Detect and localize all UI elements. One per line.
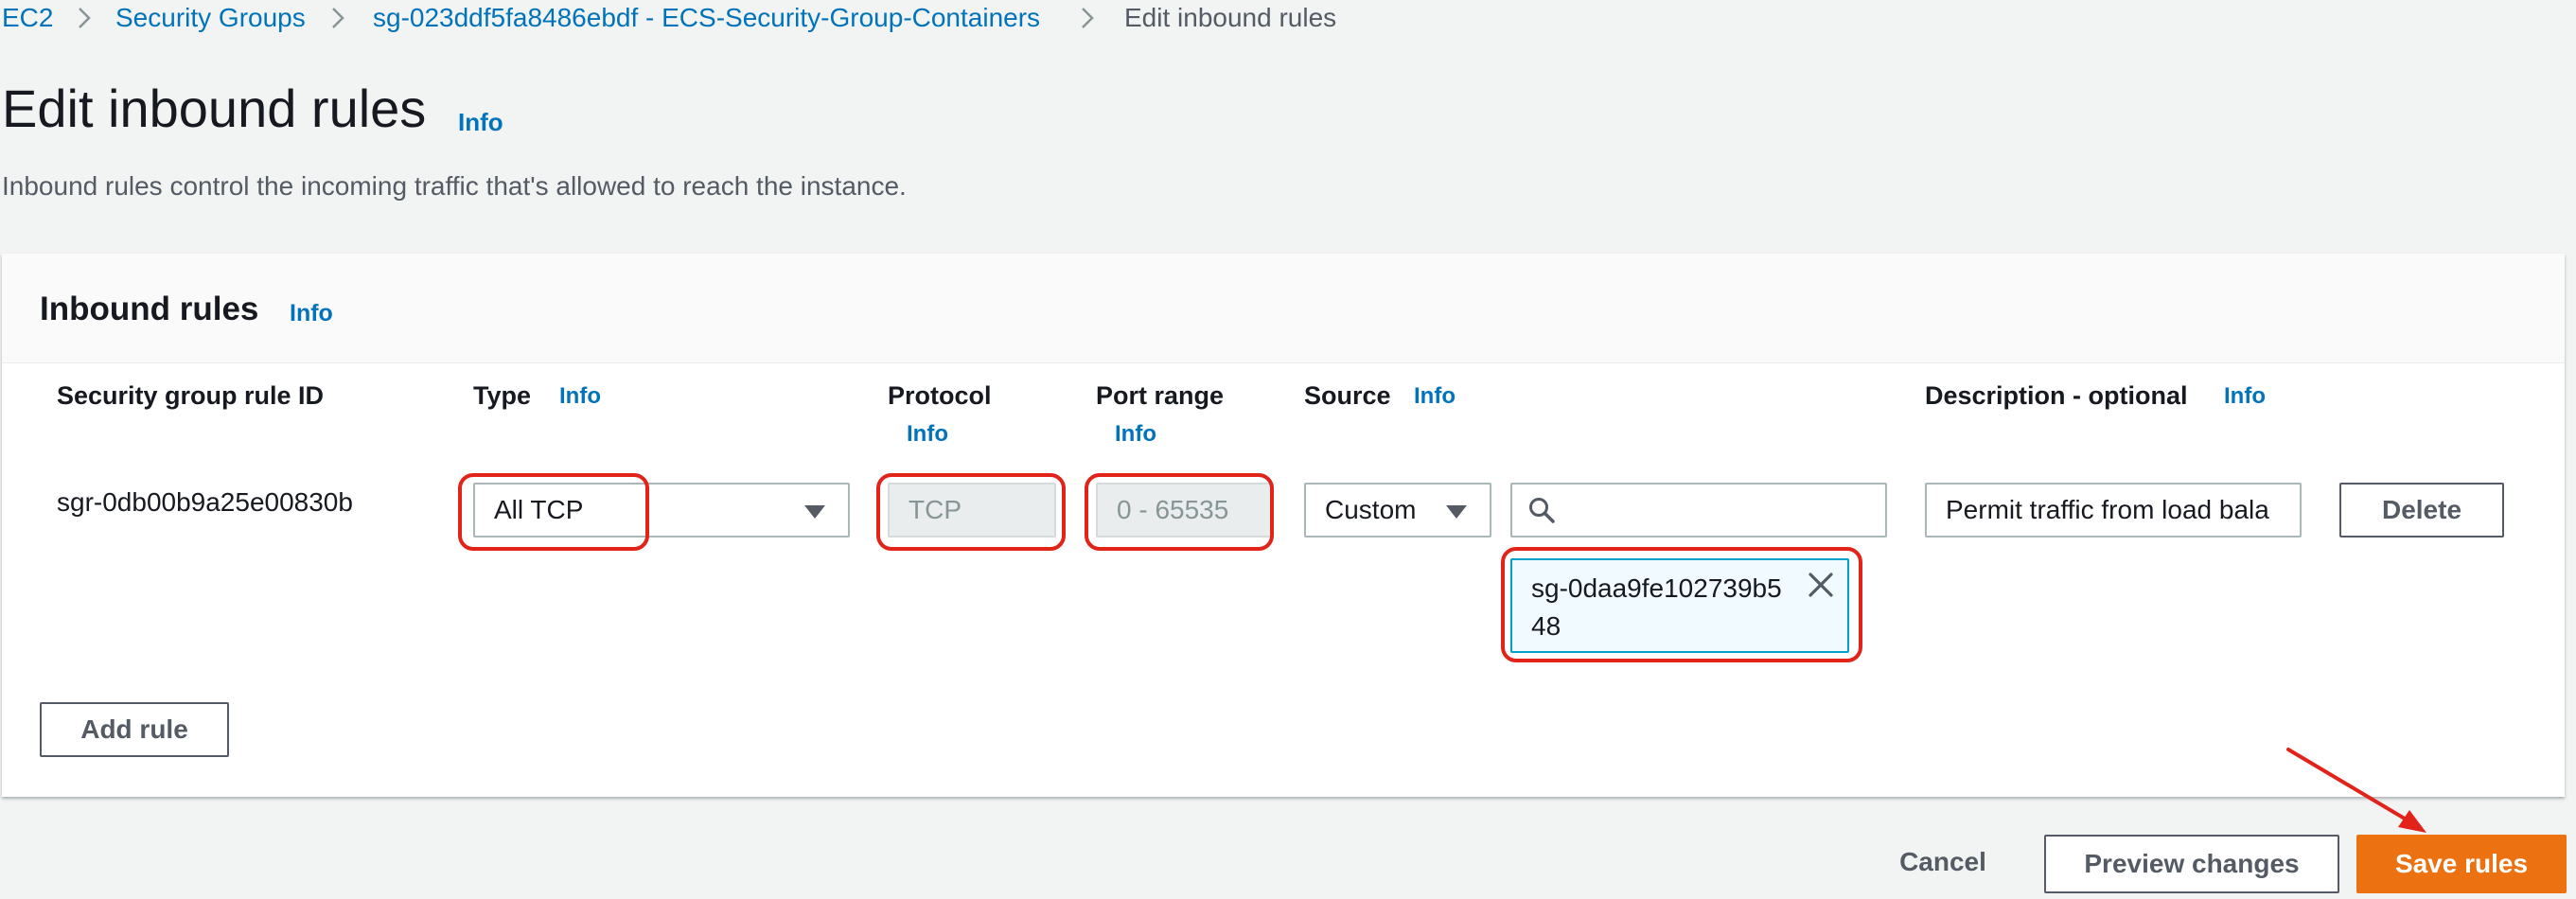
breadcrumb-ec2[interactable]: EC2	[2, 2, 53, 34]
panel-info-link[interactable]: Info	[290, 299, 333, 327]
annotation-highlight-protocol	[876, 473, 1066, 551]
cancel-button[interactable]: Cancel	[1879, 837, 2006, 891]
page-title: Edit inbound rules	[2, 79, 427, 138]
description-info-link[interactable]: Info	[2224, 382, 2266, 411]
annotation-highlight-port-range	[1085, 473, 1274, 551]
source-search-input[interactable]	[1510, 483, 1887, 538]
rule-id: sgr-0db00b9a25e00830b	[57, 487, 353, 517]
type-info-link[interactable]: Info	[559, 382, 601, 411]
source-type-value: Custom	[1325, 495, 1417, 524]
annotation-highlight-source-token	[1501, 547, 1862, 662]
panel-header	[2, 254, 2565, 363]
description-input[interactable]: Permit traffic from load bala	[1925, 483, 2302, 538]
page-title-info-link[interactable]: Info	[458, 108, 503, 136]
column-header-source: Source	[1304, 381, 1391, 410]
caret-down-icon	[1446, 505, 1467, 519]
caret-down-icon	[804, 505, 825, 519]
annotation-highlight-type	[458, 473, 649, 551]
column-header-port-range: Port range	[1096, 381, 1225, 410]
source-info-link[interactable]: Info	[1414, 382, 1456, 411]
add-rule-button[interactable]: Add rule	[40, 702, 229, 757]
annotation-arrow-icon	[2286, 748, 2426, 833]
protocol-info-link[interactable]: Info	[907, 420, 948, 449]
panel-title: Inbound rules	[40, 291, 259, 327]
chevron-right-icon	[332, 8, 344, 28]
delete-rule-button[interactable]: Delete	[2339, 483, 2504, 538]
chevron-right-icon	[1082, 8, 1094, 28]
chevron-right-icon	[79, 8, 91, 28]
breadcrumb-security-group[interactable]: sg-023ddf5fa8486ebdf - ECS-Security-Grou…	[373, 2, 1040, 34]
port-range-info-link[interactable]: Info	[1115, 420, 1156, 449]
column-header-type: Type	[473, 381, 532, 410]
preview-changes-button[interactable]: Preview changes	[2044, 835, 2339, 893]
page-description: Inbound rules control the incoming traff…	[2, 171, 907, 201]
column-header-rule-id: Security group rule ID	[57, 381, 325, 410]
column-header-description: Description - optional	[1925, 381, 2188, 410]
save-rules-button[interactable]: Save rules	[2356, 835, 2567, 893]
breadcrumb-security-groups[interactable]: Security Groups	[115, 2, 306, 34]
column-header-protocol: Protocol	[888, 381, 992, 410]
search-icon	[1529, 498, 1555, 523]
breadcrumb-current: Edit inbound rules	[1124, 3, 1337, 32]
description-value: Permit traffic from load bala	[1946, 495, 2269, 524]
